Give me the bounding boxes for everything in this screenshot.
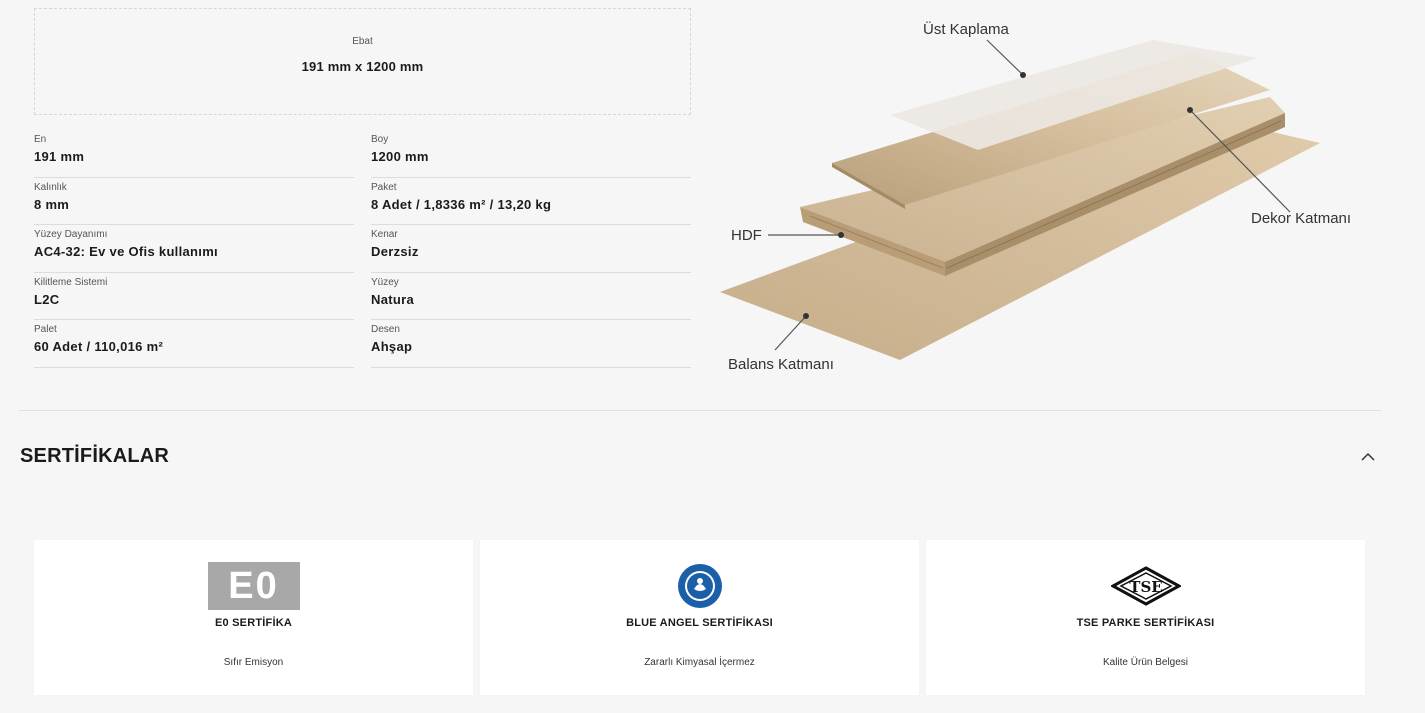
blue-angel-logo-icon — [480, 562, 919, 610]
chevron-up-icon[interactable] — [1356, 444, 1380, 468]
tse-logo-text: TSE — [1129, 578, 1162, 596]
spec-label: Paket — [371, 181, 397, 193]
spec-label: Palet — [34, 324, 57, 335]
spec-value: L2C — [34, 291, 60, 307]
spec-item-thickness: Kalınlık 8 mm — [34, 178, 354, 225]
label-balance-layer: Balans Katmanı — [728, 356, 834, 373]
e0-logo-text: E0 — [207, 562, 300, 610]
certification-card-blue-angel: BLUE ANGEL SERTİFİKASI Zararlı Kimyasal … — [480, 540, 919, 695]
certification-title: E0 SERTİFİKA — [215, 617, 292, 629]
spec-label: Kalınlık — [34, 181, 67, 193]
e0-logo-icon: E0 — [34, 562, 473, 610]
spec-label: Kenar — [371, 229, 398, 240]
certification-title: BLUE ANGEL SERTİFİKASI — [626, 617, 773, 629]
spec-item-surface-resistance: Yüzey Dayanımı AC4-32: Ev ve Ofis kullan… — [34, 225, 354, 273]
size-box: Ebat 191 mm x 1200 mm — [34, 8, 691, 115]
tse-logo-icon: TSE — [926, 562, 1365, 610]
spec-item-width: En 191 mm — [34, 130, 354, 178]
spec-item-locking-system: Kilitleme Sistemi L2C — [34, 273, 354, 320]
certifications-header[interactable]: SERTİFİKALAR — [20, 443, 1382, 469]
label-decor-layer: Dekor Katmanı — [1251, 210, 1351, 227]
spec-value: 60 Adet / 110,016 m² — [34, 339, 164, 354]
spec-value: 8 mm — [34, 196, 70, 212]
size-label: Ebat — [352, 36, 373, 47]
certification-subtitle: Kalite Ürün Belgesi — [1102, 657, 1189, 668]
spec-label: Yüzey Dayanımı — [34, 229, 108, 240]
layer-diagram: Üst Kaplama Dekor Katmanı HDF Balans Kat… — [720, 20, 1351, 373]
spec-item-surface: Yüzey Natura — [371, 273, 691, 320]
spec-value: 1200 mm — [371, 149, 429, 164]
spec-value: Ahşap — [371, 339, 413, 354]
spec-label: En — [34, 134, 47, 145]
certification-subtitle: Sıfır Emisyon — [223, 657, 284, 668]
certification-title: TSE PARKE SERTİFİKASI — [1076, 617, 1215, 629]
spec-item-length: Boy 1200 mm — [371, 130, 691, 178]
certification-card-tse: TSE TSE PARKE SERTİFİKASI Kalite Ürün Be… — [926, 540, 1365, 695]
spec-value: 8 Adet / 1,8336 m² / 13,20 kg — [371, 196, 552, 212]
certification-cards: E0 E0 SERTİFİKA Sıfır Emisyon BLUE ANGEL… — [34, 540, 1365, 695]
spec-value: 191 mm — [34, 149, 85, 164]
size-value: 191 mm x 1200 mm — [301, 59, 424, 74]
spec-item-package: Paket 8 Adet / 1,8336 m² / 13,20 kg — [371, 178, 691, 225]
certification-subtitle: Zararlı Kimyasal İçermez — [644, 657, 755, 668]
spec-label: Desen — [371, 324, 400, 335]
section-divider — [19, 410, 1381, 411]
spec-value: Derzsiz — [371, 244, 419, 259]
label-top-coating: Üst Kaplama — [923, 20, 1010, 38]
certification-card-e0: E0 E0 SERTİFİKA Sıfır Emisyon — [34, 540, 473, 695]
spec-label: Kilitleme Sistemi — [34, 276, 108, 288]
label-hdf: HDF — [731, 227, 762, 244]
spec-list: En 191 mm Boy 1200 mm Kalınlık 8 mm Pake… — [34, 130, 691, 368]
spec-value: AC4-32: Ev ve Ofis kullanımı — [34, 244, 218, 259]
spec-item-edge: Kenar Derzsiz — [371, 225, 691, 273]
spec-item-pattern: Desen Ahşap — [371, 320, 691, 368]
spec-label: Boy — [371, 134, 389, 145]
certifications-title: SERTİFİKALAR — [20, 444, 170, 467]
spec-value: Natura — [371, 291, 414, 307]
spec-label: Yüzey — [371, 276, 399, 288]
spec-item-pallet: Palet 60 Adet / 110,016 m² — [34, 320, 354, 368]
